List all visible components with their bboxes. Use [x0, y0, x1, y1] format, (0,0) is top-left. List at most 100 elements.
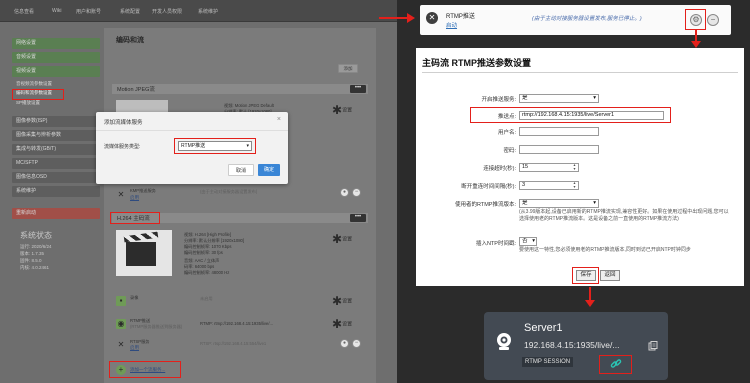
ntp-note: 要使用这一特性,您必须使用老的RTMP推流版本,同时到访已开启NTP时钟同步 — [519, 247, 691, 253]
user-icon[interactable]: ● — [340, 188, 349, 197]
more-menu-button[interactable]: ••• — [350, 85, 366, 93]
gear-icon: ✱ — [332, 103, 343, 117]
kmp-note: (由于主动对接服务器设置发布) — [200, 189, 258, 194]
close-icon[interactable]: ✕ — [426, 12, 438, 24]
nav-tab-maintenance[interactable]: 系统维护 — [198, 8, 218, 15]
chevron-down-icon: ▾ — [593, 200, 596, 206]
legacy-version-select[interactable]: 是 ▾ — [519, 199, 599, 208]
settings-divider — [422, 72, 738, 73]
gear-icon: ✱ — [332, 317, 343, 331]
sidebar-item-osd[interactable]: 图像信息OSD — [12, 172, 100, 183]
nav-tab-users[interactable]: 用户和账号 — [76, 8, 101, 15]
main-panel: 编码和流 添加 Motion JPEG流 ••• 视频: Motion JPEG… — [104, 28, 376, 383]
recorder-label: 录像 — [130, 295, 139, 300]
reconnect-label: 断开重连时间间隔(秒): — [461, 184, 516, 190]
sysinfo-line: 固件: 8.5.0 — [20, 258, 42, 263]
close-icon[interactable]: × — [277, 116, 281, 123]
highlight-link — [599, 355, 632, 374]
close-icon[interactable]: ✕ — [116, 340, 126, 350]
nav-tab-wiki[interactable]: Wiki — [52, 8, 61, 14]
rtmp-title: RTMP推送 — [446, 14, 475, 20]
sysinfo-line: 运行: 2020/6/24 — [20, 244, 52, 249]
spinner-icon[interactable]: ▲ ▼ — [572, 182, 577, 189]
back-button[interactable]: 返回 — [600, 270, 620, 281]
settings-title: 主码流 RTMP推送参数设置 — [422, 58, 531, 68]
sidebar-subitem-av-params[interactable]: 音视频流参数设置 — [16, 81, 52, 87]
highlight-stream-type — [174, 138, 256, 154]
sidebar-item-isp[interactable]: 图像参数(ISP) — [12, 116, 100, 127]
username-label: 用户名: — [497, 130, 516, 136]
enable-push-select[interactable]: 是 ▾ — [519, 94, 599, 103]
chevron-down-icon: ▾ — [593, 95, 596, 101]
sidebar-item-maintenance[interactable]: 系统维护 — [12, 186, 100, 197]
sidebar-item-audio[interactable]: 音频设置 — [12, 52, 100, 63]
enable-push-label: 开启推送服务: — [481, 97, 516, 103]
close-icon[interactable]: ✕ — [116, 190, 126, 200]
kmp-enable-link[interactable]: 启用 — [130, 195, 139, 201]
server-card[interactable]: Server1 192.168.4.15:1935/live/... RTMP … — [484, 312, 668, 380]
password-input[interactable] — [519, 145, 599, 154]
settings-gear-button[interactable]: ✱设置 — [332, 317, 356, 331]
nav-tab-config[interactable]: 系统配置 — [120, 8, 140, 15]
sidebar: 网络设置 音频设置 视频设置 音视频流参数设置 编码和流参数设置 SP播放设置 … — [8, 24, 100, 383]
settings-gear-button[interactable]: ✱设置 — [332, 232, 356, 246]
gear-icon: ✱ — [332, 294, 343, 308]
server-name: Server1 — [524, 322, 563, 334]
spinner-icon[interactable]: ▲ ▼ — [572, 164, 577, 171]
h264-info: 编码控制帧率: 30 fps — [184, 250, 223, 255]
recorder-value: 未启用 — [200, 296, 213, 301]
highlight-gear — [685, 9, 706, 30]
rtmp-sub: (RTMP服务器推送到服务器) — [130, 324, 183, 329]
rtsp-enable-link[interactable]: 启用 — [130, 345, 139, 351]
sidebar-item-sftp[interactable]: MC/SFTP — [12, 158, 100, 169]
settings-gear-button[interactable]: ✱设置 — [332, 103, 356, 117]
sidebar-item-video[interactable]: 视频设置 — [12, 66, 100, 77]
server-url: 192.168.4.15:1935/live/... — [524, 340, 620, 350]
arrow-head — [691, 41, 701, 48]
minus-icon[interactable]: − — [707, 14, 719, 26]
minus-icon[interactable]: − — [352, 339, 361, 348]
sidebar-item-gbt[interactable]: 集成与转发(GB/T) — [12, 144, 100, 155]
reconnect-input[interactable]: 3 ▲ ▼ — [519, 181, 579, 190]
stream-type-label: 流媒体服务类型: — [104, 144, 141, 150]
arrow-head — [407, 13, 415, 23]
timeout-input[interactable]: 15 ▲ ▼ — [519, 163, 579, 172]
minus-icon[interactable]: − — [352, 188, 361, 197]
section-mjpeg-label: Motion JPEG流 — [117, 87, 155, 93]
legacy-version-label: 使用者的RTMP推流版本: — [454, 202, 516, 208]
gear-icon: ✱ — [332, 232, 343, 246]
sidebar-item-network[interactable]: 网络设置 — [12, 38, 100, 49]
settings-gear-button[interactable]: ✱设置 — [332, 294, 356, 308]
more-menu-button[interactable]: ••• — [350, 214, 366, 222]
h264-info: 编码控制帧率: 48000 Hz — [184, 270, 230, 275]
ntp-select[interactable]: 否 ▾ — [519, 237, 537, 246]
highlight-sidebar-encoding — [12, 89, 64, 100]
highlight-push-point — [470, 107, 671, 123]
copy-icon[interactable] — [648, 341, 658, 351]
sysinfo-line: 版本: 1.7.35 — [20, 251, 45, 256]
user-icon[interactable]: ● — [340, 339, 349, 348]
recorder-icon: ▪ — [116, 296, 126, 306]
highlight-h264 — [110, 212, 160, 224]
start-link[interactable]: 启动 — [446, 21, 457, 29]
sidebar-subitem-sp[interactable]: SP播放设置 — [16, 100, 40, 106]
page-title: 编码和流 — [116, 37, 144, 44]
sidebar-item-capture[interactable]: 图像采集与辨析参数 — [12, 130, 100, 141]
sidebar-item-reboot[interactable]: 重新启动 — [12, 208, 100, 219]
add-stream-dialog: 添加流媒体服务 × 流媒体服务类型: RTMP推送 ▾ 取消 确定 — [96, 112, 288, 184]
arrow-head — [585, 300, 595, 307]
rtmp-settings-panel: 主码流 RTMP推送参数设置 开启推送服务: 是 ▾ 推送点: rtmp://19… — [416, 48, 744, 286]
cancel-button[interactable]: 取消 — [228, 164, 254, 176]
nav-tab-info[interactable]: 信息查看 — [14, 8, 34, 15]
confirm-button[interactable]: 确定 — [258, 164, 280, 176]
kmp-label: KMP推送服务 — [130, 188, 156, 193]
username-input[interactable] — [519, 127, 599, 136]
webcam-icon — [497, 333, 511, 350]
sysinfo-line: 内核: 4.0.2461 — [20, 265, 50, 270]
session-badge: RTMP SESSION — [522, 357, 574, 367]
clapper-icon — [126, 242, 156, 266]
rtmp-service-row: ✕ RTMP推送 启动 (由于主动对接服务器设置发布,服务已停止。) ⚙ − — [420, 5, 731, 35]
arrow-to-notification — [379, 17, 409, 19]
add-button[interactable]: 添加 — [338, 64, 358, 73]
nav-tab-developer[interactable]: 开发人员权限 — [152, 8, 182, 15]
